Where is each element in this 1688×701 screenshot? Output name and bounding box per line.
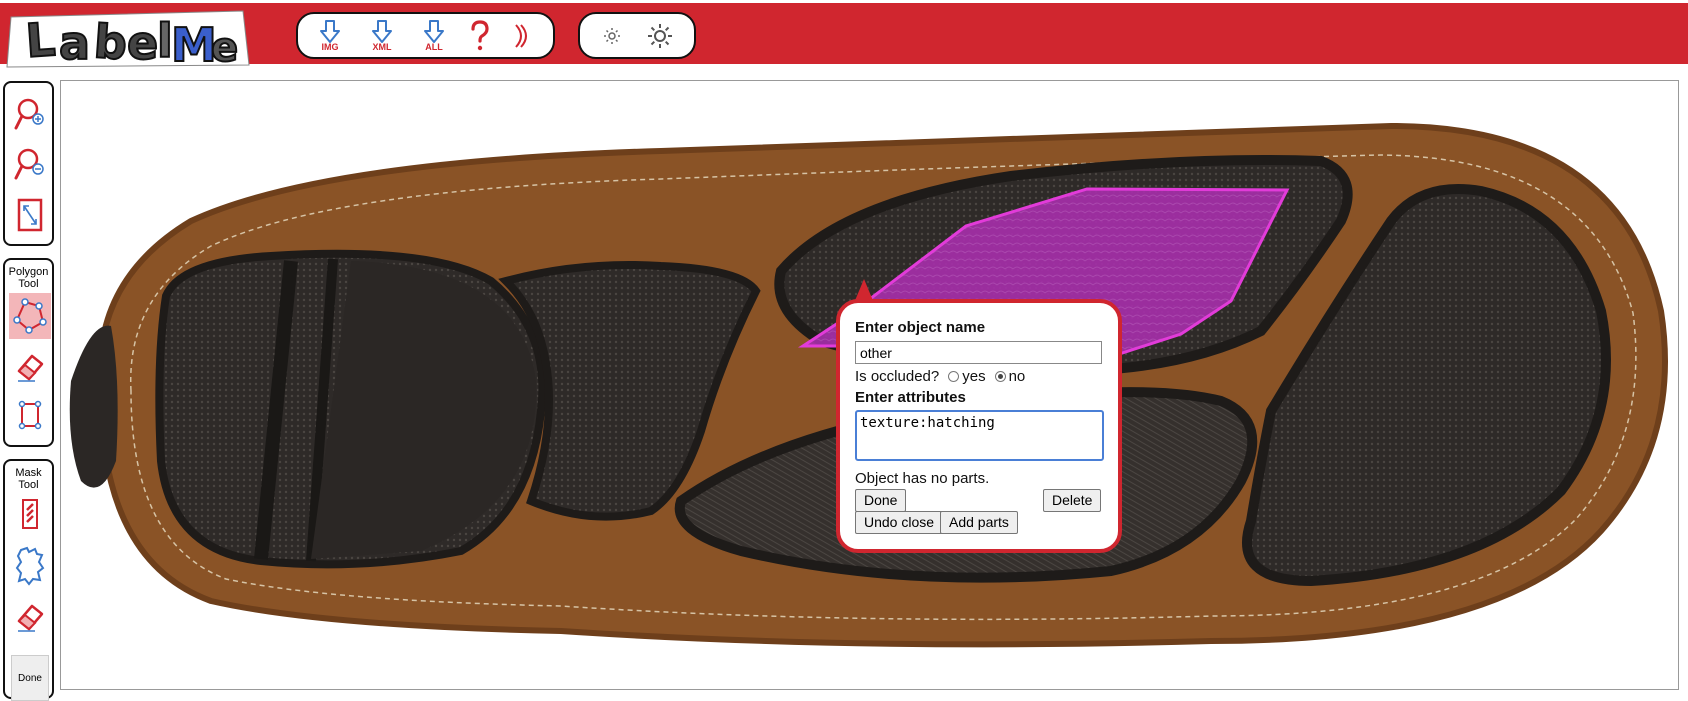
mask-done-button[interactable]: Done [11,655,49,701]
zoom-in-button[interactable] [13,94,47,134]
svg-text:e: e [127,16,158,69]
brush-icon [22,499,38,529]
object-name-input[interactable] [855,341,1102,364]
delete-button[interactable]: Delete [1043,489,1102,512]
mask-done-label: Done [18,672,42,684]
occluded-yes-label: yes [962,368,986,385]
polygon-draw-button[interactable] [9,293,51,339]
download-toolbar-group: IMG XML ALL [296,12,555,59]
occluded-no-label: no [1008,368,1026,385]
mask-brush-button[interactable] [13,494,47,534]
mask-segment-button[interactable] [13,546,47,586]
svg-text:a: a [59,16,90,69]
fit-screen-icon [17,198,43,232]
occluded-yes-radio[interactable] [948,371,960,382]
parts-status-text: Object has no parts. [855,470,990,487]
fit-to-screen-button[interactable] [13,195,47,235]
segment-icon [15,546,45,586]
svg-text:L: L [24,12,57,68]
bounding-box-icon [18,400,42,430]
done-button[interactable]: Done [855,489,907,512]
arrow-down-icon [372,20,392,43]
attributes-heading: Enter attributes [855,389,966,406]
eraser-icon [17,354,44,382]
attributes-textarea[interactable]: texture:hatching [855,410,1104,461]
occluded-no-radio[interactable] [994,371,1006,382]
sun-large-icon [648,24,672,48]
mask-tool-panel: Mask Tool Done [3,459,54,701]
occluded-label: Is occluded? [855,368,940,385]
svg-text:M: M [171,18,217,69]
svg-text:e: e [211,25,238,69]
brightness-decrease-button[interactable] [590,14,634,58]
zoom-in-icon [14,98,44,130]
polygon-icon [13,298,47,334]
download-xml-label: XML [372,42,392,52]
arrow-down-icon [424,20,444,43]
question-mark-icon [471,20,489,51]
zoom-out-button[interactable] [13,144,47,184]
object-label-dialog: Enter object name Is occluded? yes no En… [836,279,1122,553]
labelme-logo: L a b e l M e [6,10,250,69]
feedback-button[interactable] [500,14,544,58]
polygon-tool-panel: Polygon Tool [3,258,54,447]
bounding-box-button[interactable] [13,395,47,435]
undo-close-button[interactable]: Undo close [855,511,944,534]
mask-erase-button[interactable] [13,597,47,637]
download-img-label: IMG [321,42,339,52]
occluded-row: Is occluded? yes no [855,368,1025,385]
help-button[interactable] [458,14,502,58]
polygon-erase-button[interactable] [13,347,47,387]
brightness-increase-button[interactable] [638,14,682,58]
arrow-down-icon [320,20,340,43]
eraser-icon [17,604,44,632]
signal-icon [515,24,527,48]
mask-tool-title: Mask Tool [15,467,42,491]
brightness-toolbar-group [578,12,696,59]
zoom-out-icon [14,148,44,180]
svg-text:b: b [92,14,129,69]
add-parts-button[interactable]: Add parts [940,511,1018,534]
download-xml-button[interactable]: XML [360,14,404,58]
polygon-tool-title: Polygon Tool [8,266,49,290]
zoom-panel [3,81,54,246]
object-name-heading: Enter object name [855,319,986,336]
download-all-button[interactable]: ALL [412,14,456,58]
download-all-label: ALL [425,42,443,52]
dialog-pointer-icon [854,279,874,303]
sun-small-icon [604,28,620,44]
download-img-button[interactable]: IMG [308,14,352,58]
